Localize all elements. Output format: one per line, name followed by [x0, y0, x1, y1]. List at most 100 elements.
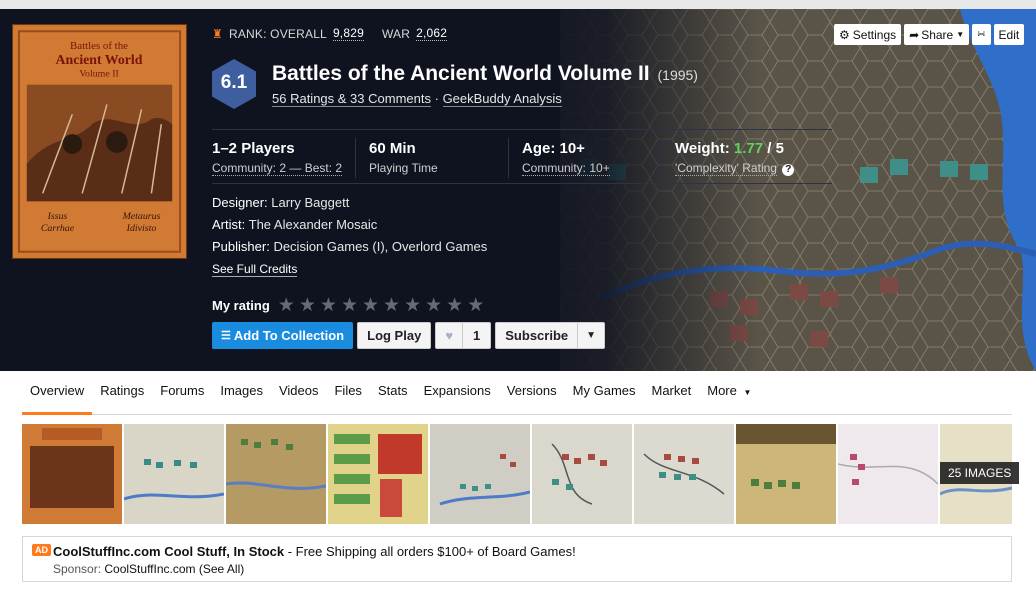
share-button[interactable]: ➦ Share ▼ [904, 24, 970, 45]
top-strip [0, 0, 1036, 9]
tab-ratings[interactable]: Ratings [92, 378, 152, 415]
rss-button[interactable]: ∺ [972, 24, 991, 45]
average-rating-badge[interactable]: 6.1 [211, 58, 257, 110]
artist-label: Artist: [212, 217, 246, 232]
weight-label: Weight: [675, 140, 730, 157]
subscribe-dropdown-button[interactable]: ▼ [578, 322, 606, 349]
caret-down-icon: ▼ [743, 388, 752, 397]
add-to-collection-button[interactable]: ☰ Add To Collection [212, 322, 354, 349]
image-count-badge[interactable]: 25 IMAGES [940, 462, 1020, 484]
rating-star-icon[interactable]: ★ [362, 296, 379, 315]
gallery-thumbnail[interactable] [22, 424, 122, 524]
tab-stats[interactable]: Stats [370, 378, 416, 415]
stat-players: 1–2 Players Community: 2 — Best: 2 [212, 140, 343, 177]
rss-icon: ∺ [977, 29, 986, 40]
share-label: Share [921, 27, 954, 42]
players-community[interactable]: Community: 2 — Best: 2 [212, 161, 343, 176]
tab-forums[interactable]: Forums [152, 378, 212, 415]
ad-sponsor-link[interactable]: CoolStuffInc.com [104, 562, 195, 576]
artist-line: Artist: The Alexander Mosaic [212, 214, 487, 236]
rank-overall-label: RANK: OVERALL [228, 26, 327, 41]
tab-videos[interactable]: Videos [271, 378, 327, 415]
game-nav-tabs: Overview Ratings Forums Images Videos Fi… [22, 378, 1012, 415]
rating-star-icon[interactable]: ★ [383, 296, 400, 315]
weight-value: 1.77 [733, 140, 764, 157]
my-rating: My rating ★ ★ ★ ★ ★ ★ ★ ★ ★ ★ [212, 296, 484, 315]
publisher-label: Publisher: [212, 239, 270, 254]
rating-star-icon[interactable]: ★ [341, 296, 358, 315]
age-value: Age: 10+ [522, 140, 585, 157]
add-to-collection-label: Add To Collection [233, 328, 345, 343]
ratings-comments-link[interactable]: 56 Ratings & 33 Comments [272, 91, 431, 107]
gallery-thumbnail[interactable] [328, 424, 428, 524]
playing-time-label: Playing Time [369, 161, 438, 175]
ad-see-all-link[interactable]: (See All) [199, 562, 244, 576]
tab-versions[interactable]: Versions [499, 378, 565, 415]
tab-files[interactable]: Files [326, 378, 369, 415]
designer-link[interactable]: Larry Baggett [271, 195, 349, 210]
gallery-thumbnail[interactable] [430, 424, 530, 524]
stat-weight: Weight: 1.77 / 5 'Complexity' Rating ? [675, 140, 795, 176]
artist-link[interactable]: The Alexander Mosaic [249, 217, 378, 232]
like-button[interactable]: ♥ [435, 322, 464, 349]
rating-star-icon[interactable]: ★ [278, 296, 295, 315]
heart-icon: ♥ [445, 328, 454, 343]
gallery-thumbnail[interactable] [634, 424, 734, 524]
rank-overall-value[interactable]: 9,829 [332, 26, 364, 41]
stat-divider [661, 138, 662, 178]
game-title-text: Battles of the Ancient World Volume II [272, 62, 650, 85]
age-community[interactable]: Community: 10+ [522, 161, 610, 176]
top-right-buttons: ⚙ Settings ➦ Share ▼ ∺ Edit [834, 24, 1025, 45]
tab-market[interactable]: Market [644, 378, 700, 415]
rating-star-icon[interactable]: ★ [320, 296, 337, 315]
gallery-thumbnail[interactable] [532, 424, 632, 524]
tab-my-games[interactable]: My Games [565, 378, 644, 415]
publisher-link[interactable]: Decision Games (I), Overlord Games [273, 239, 487, 254]
rank-line: ♜ RANK: OVERALL 9,829 WAR 2,062 [212, 26, 448, 41]
rating-star-icon[interactable]: ★ [446, 296, 463, 315]
tab-images[interactable]: Images [212, 378, 271, 415]
rating-star-icon[interactable]: ★ [299, 296, 316, 315]
designer-label: Designer: [212, 195, 268, 210]
svg-text:Ancient World: Ancient World [56, 52, 143, 67]
weight-line: Weight: 1.77 / 5 [675, 140, 794, 157]
edit-button[interactable]: Edit [993, 24, 1025, 45]
sponsored-ad[interactable]: AD CoolStuffInc.com Cool Stuff, In Stock… [22, 536, 1012, 582]
gallery-thumbnail[interactable] [838, 424, 938, 524]
ad-title-link[interactable]: CoolStuffInc.com Cool Stuff, In Stock [53, 544, 284, 559]
svg-text:Carrhae: Carrhae [41, 223, 75, 234]
tab-overview[interactable]: Overview [22, 378, 93, 415]
tab-more-label: More [707, 383, 737, 398]
game-year: (1995) [657, 67, 698, 83]
game-hero: Battles of the Ancient World Volume II I… [0, 9, 1036, 371]
help-icon[interactable]: ? [782, 164, 795, 176]
game-title: Battles of the Ancient World Volume II (… [272, 62, 698, 86]
gear-icon: ⚙ [839, 27, 850, 42]
rating-star-icon[interactable]: ★ [404, 296, 421, 315]
gallery-thumbnail[interactable] [736, 424, 836, 524]
stat-divider [508, 138, 509, 178]
rank-war-value[interactable]: 2,062 [416, 26, 448, 41]
publisher-line: Publisher: Decision Games (I), Overlord … [212, 236, 487, 258]
complexity-rating-label[interactable]: 'Complexity' Rating [675, 161, 777, 176]
game-box-image[interactable]: Battles of the Ancient World Volume II I… [12, 24, 187, 259]
geekbuddy-analysis-link[interactable]: GeekBuddy Analysis [442, 91, 562, 107]
stat-age: Age: 10+ Community: 10+ [522, 140, 610, 177]
gallery-thumbnail[interactable] [124, 424, 224, 524]
see-full-credits-link[interactable]: See Full Credits [212, 262, 298, 277]
my-rating-label: My rating [212, 298, 270, 313]
image-gallery [22, 424, 1012, 524]
tab-expansions[interactable]: Expansions [416, 378, 499, 415]
ad-badge: AD [32, 544, 51, 556]
stat-divider [355, 138, 356, 178]
subscribe-button[interactable]: Subscribe [495, 322, 579, 349]
crown-icon: ♜ [212, 26, 223, 41]
tab-more[interactable]: More ▼ [699, 378, 759, 415]
rating-star-icon[interactable]: ★ [467, 296, 484, 315]
svg-text:Volume II: Volume II [79, 69, 119, 80]
rating-star-icon[interactable]: ★ [425, 296, 442, 315]
settings-button[interactable]: ⚙ Settings [834, 24, 902, 45]
gallery-thumbnail[interactable] [226, 424, 326, 524]
log-play-button[interactable]: Log Play [357, 322, 432, 349]
designer-line: Designer: Larry Baggett [212, 192, 487, 214]
